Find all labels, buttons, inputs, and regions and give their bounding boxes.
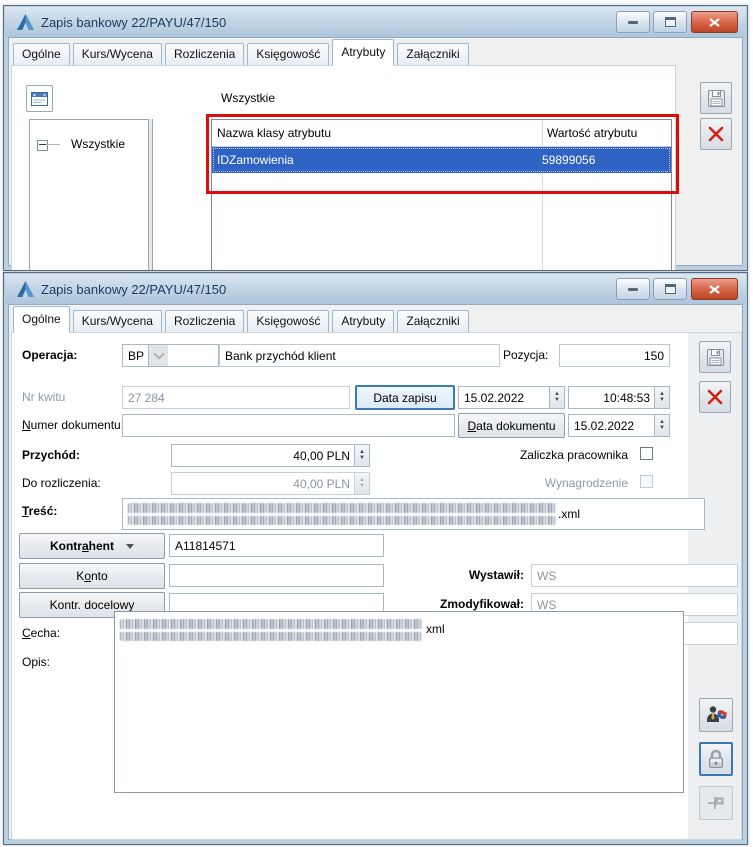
padlock-icon xyxy=(706,748,726,770)
window-title: Zapis bankowy 22/PAYU/47/150 xyxy=(41,15,226,30)
numer-dokumentu-field[interactable] xyxy=(122,414,455,437)
konto-button[interactable]: Konto xyxy=(19,563,165,589)
konto-field[interactable] xyxy=(169,564,384,587)
minimize-button[interactable] xyxy=(616,278,650,300)
tab-kurs-wycena[interactable]: Kurs/Wycena xyxy=(73,43,162,66)
time-spinner[interactable]: ▲▼ xyxy=(654,386,669,409)
zaliczka-checkbox[interactable] xyxy=(640,447,653,460)
tab-ksiegowosc[interactable]: Księgowość xyxy=(247,310,329,333)
cecha-label: Cecha: xyxy=(22,626,60,640)
data-zapisu-date-field[interactable]: 15.02.2022 ▲▼ xyxy=(458,386,565,409)
nr-kwitu-field: 27 284 xyxy=(122,386,350,409)
panel-toggle-button[interactable] xyxy=(26,85,53,112)
data-zapisu-time-field[interactable]: 10:48:53 ▲▼ xyxy=(568,386,670,409)
close-icon xyxy=(709,285,720,294)
amount-spinner: ▲▼ xyxy=(354,472,369,495)
splitter[interactable] xyxy=(148,119,153,271)
tab-atrybuty[interactable]: Atrybuty xyxy=(332,39,394,66)
close-button[interactable] xyxy=(691,278,738,300)
operacja-code-combobox[interactable]: BP xyxy=(122,344,219,367)
date-spinner[interactable]: ▲▼ xyxy=(549,386,564,409)
tab-zalaczniki[interactable]: Załączniki xyxy=(397,310,468,333)
window-atrybuty: Zapis bankowy 22/PAYU/47/150 Ogólne Kurs… xyxy=(3,5,748,271)
annotation-rectangle xyxy=(206,114,679,194)
pin-flag-icon xyxy=(706,794,726,812)
attribute-tree[interactable]: Wszystkie xyxy=(29,119,149,271)
floppy-disk-icon xyxy=(707,89,726,108)
tresc-field[interactable]: .xml xyxy=(122,498,705,530)
tab-ogolne[interactable]: Ogólne xyxy=(13,43,70,66)
panel-window-icon xyxy=(31,92,48,106)
tree-item-wszystkie[interactable]: Wszystkie xyxy=(71,137,125,151)
opis-textarea[interactable]: xml xyxy=(114,611,684,793)
operacja-label: Operacja: xyxy=(22,348,77,362)
save-button[interactable] xyxy=(700,82,732,114)
date-spinner[interactable]: ▲▼ xyxy=(654,414,669,437)
przychod-field[interactable]: 40,00 PLN ▲▼ xyxy=(171,444,370,467)
triangle-down-icon xyxy=(126,544,134,549)
do-rozliczenia-label: Do rozliczenia: xyxy=(22,476,101,490)
tab-rozliczenia[interactable]: Rozliczenia xyxy=(165,43,244,66)
wystawil-label: Wystawił: xyxy=(394,568,524,582)
restore-button[interactable] xyxy=(653,278,687,300)
pozycja-field[interactable]: 150 xyxy=(559,344,670,367)
pozycja-label: Pozycja: xyxy=(503,348,548,362)
opis-label: Opis: xyxy=(22,655,50,669)
window-title: Zapis bankowy 22/PAYU/47/150 xyxy=(41,282,226,297)
delete-button[interactable] xyxy=(699,381,731,413)
blurred-text xyxy=(120,619,423,641)
minimize-icon xyxy=(628,21,638,24)
delete-button[interactable] xyxy=(700,118,732,150)
save-button[interactable] xyxy=(699,341,731,373)
red-x-icon xyxy=(707,125,725,143)
app-logo-triangle-icon xyxy=(17,14,34,30)
blurred-text xyxy=(128,503,556,525)
restore-icon xyxy=(665,284,676,294)
change-user-button[interactable] xyxy=(699,698,733,732)
tab-kurs-wycena[interactable]: Kurs/Wycena xyxy=(73,310,162,333)
nr-kwitu-label: Nr kwitu xyxy=(22,390,65,404)
tab-rozliczenia[interactable]: Rozliczenia xyxy=(165,310,244,333)
close-button[interactable] xyxy=(691,11,738,33)
data-dokumentu-date-field[interactable]: 15.02.2022 ▲▼ xyxy=(568,414,670,437)
group-filter-label: Wszystkie xyxy=(221,91,275,105)
restore-button[interactable] xyxy=(653,11,687,33)
minimize-button[interactable] xyxy=(616,11,650,33)
tab-ogolne[interactable]: Ogólne xyxy=(13,306,70,333)
minimize-icon xyxy=(628,288,638,291)
red-x-icon xyxy=(706,388,724,406)
wynagrodzenie-checkbox xyxy=(640,475,653,488)
wystawil-field: WS xyxy=(531,564,738,587)
restore-icon xyxy=(665,17,676,27)
numer-dokumentu-label: Numer dokumentu: xyxy=(22,418,124,432)
wynagrodzenie-label: Wynagrodzenie xyxy=(448,476,628,490)
tab-atrybuty[interactable]: Atrybuty xyxy=(332,310,394,333)
data-zapisu-button[interactable]: Data zapisu xyxy=(355,385,455,410)
window-ogolne: Zapis bankowy 22/PAYU/47/150 Ogólne Kurs… xyxy=(3,272,748,845)
pin-button xyxy=(699,786,733,820)
kontrahent-button[interactable]: Kontrahent xyxy=(19,533,165,559)
user-with-sync-arrows-icon xyxy=(705,704,727,726)
tab-ksiegowosc[interactable]: Księgowość xyxy=(247,43,329,66)
operacja-desc-field[interactable]: Bank przychód klient xyxy=(219,344,500,367)
data-dokumentu-button[interactable]: Data dokumentu xyxy=(458,413,565,438)
tresc-label: Treść: xyxy=(22,504,57,518)
amount-spinner[interactable]: ▲▼ xyxy=(354,444,369,467)
zaliczka-label: Zaliczka pracownika xyxy=(448,448,628,462)
kontrahent-field[interactable]: A11814571 xyxy=(169,534,384,557)
app-logo-triangle-icon xyxy=(17,281,34,297)
tab-strip: Ogólne Kurs/Wycena Rozliczenia Księgowoś… xyxy=(13,307,469,333)
floppy-disk-icon xyxy=(706,348,725,367)
lock-button[interactable] xyxy=(699,742,733,776)
zmodyfikowal-label: Zmodyfikował: xyxy=(394,597,524,611)
tree-connector xyxy=(46,144,60,145)
tree-expander-icon[interactable] xyxy=(37,140,48,151)
chevron-down-icon xyxy=(148,344,168,367)
tab-strip: Ogólne Kurs/Wycena Rozliczenia Księgowoś… xyxy=(13,40,469,66)
close-icon xyxy=(709,18,720,27)
tab-zalaczniki[interactable]: Załączniki xyxy=(397,43,468,66)
do-rozliczenia-field: 40,00 PLN ▲▼ xyxy=(171,472,370,495)
przychod-label: Przychód: xyxy=(22,448,80,462)
